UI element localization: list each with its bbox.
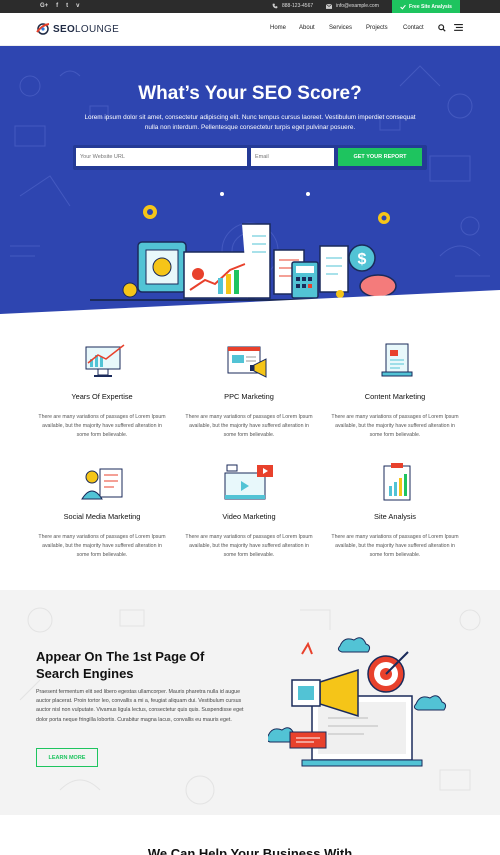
nav-projects[interactable]: Projects xyxy=(366,25,403,31)
megaphone-browser-icon xyxy=(227,346,267,378)
clipboard-chart-icon xyxy=(383,463,411,501)
person-board-icon xyxy=(81,468,123,500)
search-icon[interactable] xyxy=(438,24,446,32)
nav-contact[interactable]: Contact xyxy=(403,25,433,31)
vimeo-icon[interactable]: v xyxy=(76,3,79,10)
phone-icon xyxy=(272,3,278,9)
feature-ppc-marketing: PPC Marketing There are many variations … xyxy=(185,392,313,441)
section-text: Praesent fermentum elit sed libero egest… xyxy=(36,689,244,723)
phone-info[interactable]: 888-123-4567 xyxy=(272,3,313,9)
logo-lounge: LOUNGE xyxy=(75,23,120,35)
feature-years-of-expertise: Years Of Expertise There are many variat… xyxy=(38,392,166,441)
cta-label: Free Site Analysis xyxy=(409,3,452,10)
feature-content-marketing: Content Marketing There are many variati… xyxy=(331,392,459,441)
feature-site-analysis: Site Analysis There are many variations … xyxy=(331,512,459,561)
svg-text:$: $ xyxy=(358,251,367,268)
feature-text: There are many variations of passages of… xyxy=(38,534,166,559)
website-url-input[interactable] xyxy=(76,148,247,166)
feature-text: There are many variations of passages of… xyxy=(185,414,313,439)
email-input[interactable] xyxy=(251,148,334,166)
section-title-line1: Appear On The 1st Page Of xyxy=(36,649,205,664)
search-engines-section: Appear On The 1st Page Of Search Engines … xyxy=(0,590,500,815)
gear-icon-2 xyxy=(378,212,390,224)
logo[interactable]: SEOLOUNGE xyxy=(36,23,119,35)
video-player-icon xyxy=(224,464,273,500)
free-site-analysis-button[interactable]: Free Site Analysis xyxy=(392,0,460,13)
feature-title: Years Of Expertise xyxy=(71,392,133,401)
logo-seo: SEO xyxy=(53,23,76,35)
section-title-line2: Search Engines xyxy=(36,666,134,681)
gear-icon xyxy=(143,205,157,219)
hero-title: What’s Your SEO Score? xyxy=(138,83,362,104)
hero-text: Lorem ipsum dolor sit amet, consectetur … xyxy=(84,114,416,131)
email-address: info@example.com xyxy=(336,3,379,9)
next-section-heading: We Can Help Your Business With xyxy=(147,846,353,855)
main-header: SEOLOUNGE Home About Services Projects C… xyxy=(0,13,500,46)
marketing-laptop-illustration xyxy=(268,637,447,767)
chart-monitor-icon xyxy=(85,344,125,377)
feature-text: There are many variations of passages of… xyxy=(331,534,459,559)
phone-number: 888-123-4567 xyxy=(282,3,314,9)
feature-social-media-marketing: Social Media Marketing There are many va… xyxy=(38,512,166,561)
email-info[interactable]: info@example.com xyxy=(326,3,379,9)
google-plus-icon[interactable]: G+ xyxy=(40,3,48,10)
logo-text: SEOLOUNGE xyxy=(53,24,119,35)
twitter-icon[interactable]: t xyxy=(66,3,68,10)
header-icons xyxy=(438,24,463,32)
feature-text: There are many variations of passages of… xyxy=(185,534,313,559)
logo-icon xyxy=(36,23,50,35)
feature-title: Site Analysis xyxy=(374,512,416,521)
feature-text: There are many variations of passages of… xyxy=(331,414,459,439)
nav-services[interactable]: Services xyxy=(329,25,366,31)
seo-tools-illustration: $ xyxy=(90,192,410,301)
section-title: Appear On The 1st Page Of Search Engines xyxy=(36,648,236,682)
feature-title: Social Media Marketing xyxy=(63,512,141,521)
feature-video-marketing: Video Marketing There are many variation… xyxy=(185,512,313,561)
hamburger-menu-icon[interactable] xyxy=(454,24,463,31)
top-bar: G+ f t v 888-123-4567 info@example.com F… xyxy=(0,0,500,13)
nav-about[interactable]: About xyxy=(299,25,329,31)
check-icon xyxy=(400,4,406,10)
facebook-icon[interactable]: f xyxy=(56,3,58,10)
feature-title: Content Marketing xyxy=(364,392,426,401)
feature-text: There are many variations of passages of… xyxy=(38,414,166,439)
nav-home[interactable]: Home xyxy=(270,25,299,31)
get-report-button[interactable]: GET YOUR REPORT xyxy=(338,148,422,166)
document-stack-icon xyxy=(381,343,413,377)
social-links: G+ f t v xyxy=(40,3,80,10)
feature-title: PPC Marketing xyxy=(224,392,274,401)
learn-more-button[interactable]: LEARN MORE xyxy=(36,748,98,767)
feature-title: Video Marketing xyxy=(222,512,276,521)
mail-icon xyxy=(326,3,332,9)
main-nav: Home About Services Projects Contact xyxy=(270,25,433,31)
